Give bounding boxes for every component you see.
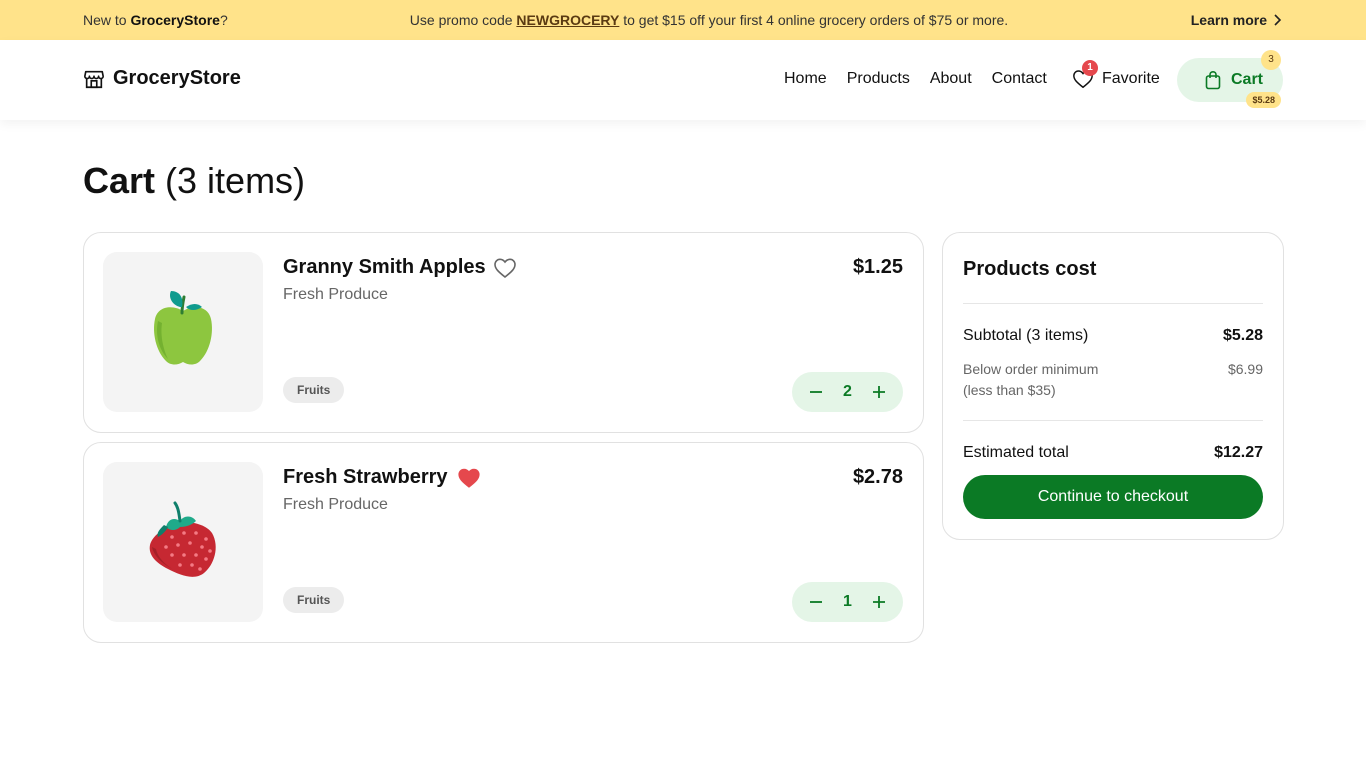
shopping-bag-icon (1205, 70, 1221, 90)
minimum-fee-row: Below order minimum (less than $35) $6.99 (963, 359, 1263, 401)
product-tag: Fruits (283, 587, 345, 613)
estimated-total-label: Estimated total (963, 444, 1069, 461)
page-title-count: (3 items) (155, 160, 306, 201)
store-icon (84, 70, 104, 88)
product-category: Fresh Produce (283, 286, 388, 303)
logo-text: GroceryStore (113, 67, 241, 89)
increase-quantity-button[interactable] (871, 384, 887, 400)
minus-icon (810, 391, 822, 393)
cart-item: Fresh Strawberry Fresh Produce $2.78 Fru… (83, 442, 924, 643)
nav-home[interactable]: Home (784, 70, 827, 88)
chevron-right-icon (1274, 14, 1282, 26)
favorite-link[interactable]: 1 Favorite (1072, 60, 1160, 90)
divider (963, 303, 1263, 304)
product-name: Granny Smith Apples (283, 256, 486, 278)
product-tag: Fruits (283, 377, 345, 403)
cart-button[interactable]: Cart 3 $5.28 (1177, 50, 1283, 108)
quantity-stepper: 2 (792, 372, 903, 412)
learn-more-label: Learn more (1190, 12, 1267, 28)
promo-message-prefix: Use promo code (409, 12, 517, 28)
main-nav: Home Products About Contact (784, 70, 1047, 88)
increase-quantity-button[interactable] (871, 594, 887, 610)
subtotal-label: Subtotal (3 items) (963, 327, 1089, 344)
green-apple-icon (154, 291, 212, 365)
quantity-value: 2 (843, 383, 852, 400)
summary-title: Products cost (963, 258, 1097, 280)
learn-more-link[interactable]: Learn more (1191, 12, 1283, 28)
favorite-heart: 1 (1072, 60, 1098, 90)
product-image (103, 462, 263, 622)
subtotal-value: $5.28 (1222, 327, 1263, 344)
nav-about[interactable]: About (930, 70, 972, 88)
minimum-fee-label: Below order minimum (less than $35) (963, 359, 1098, 401)
plus-icon (873, 386, 885, 398)
nav-contact[interactable]: Contact (992, 70, 1047, 88)
plus-icon (873, 596, 885, 608)
product-name: Fresh Strawberry (283, 466, 448, 488)
cart-label: Cart (1231, 71, 1264, 88)
cart-amount-badge: $5.28 (1246, 92, 1281, 108)
promo-bar: New to GroceryStore? Use promo code NEWG… (0, 0, 1366, 40)
cart-item: Granny Smith Apples Fresh Produce $1.25 … (83, 232, 924, 433)
checkout-button[interactable]: Continue to checkout (963, 475, 1263, 519)
minimum-fee-label-line2: (less than $35) (963, 382, 1056, 398)
favorite-toggle[interactable] (457, 467, 481, 489)
decrease-quantity-button[interactable] (808, 594, 824, 610)
estimated-total-row: Estimated total $12.27 (963, 444, 1263, 462)
decrease-quantity-button[interactable] (808, 384, 824, 400)
order-summary: Products cost Subtotal (3 items) $5.28 B… (942, 232, 1284, 540)
page-title: Cart (3 items) (83, 160, 305, 202)
product-image (103, 252, 263, 412)
minimum-fee-label-line1: Below order minimum (963, 361, 1099, 377)
heart-filled-icon (458, 468, 480, 488)
promo-message: Use promo code NEWGROCERY to get $15 off… (0, 12, 1366, 28)
favorite-label: Favorite (1102, 70, 1160, 87)
nav-products[interactable]: Products (847, 70, 910, 88)
estimated-total-value: $12.27 (1214, 444, 1263, 461)
minus-icon (810, 601, 822, 603)
minimum-fee-value: $6.99 (1227, 361, 1263, 377)
heart-outline-icon (494, 258, 516, 279)
promo-message-suffix: to get $15 off your first 4 online groce… (619, 12, 1009, 28)
subtotal-row: Subtotal (3 items) $5.28 (963, 327, 1263, 345)
product-category: Fresh Produce (283, 496, 388, 513)
site-header: GroceryStore Home Products About Contact… (0, 40, 1366, 120)
quantity-value: 1 (843, 593, 852, 610)
promo-code: NEWGROCERY (516, 12, 620, 28)
product-price: $1.25 (852, 256, 903, 278)
divider (963, 420, 1263, 421)
favorite-count-badge: 1 (1082, 60, 1098, 76)
logo[interactable]: GroceryStore (83, 67, 241, 90)
strawberry-icon (149, 501, 216, 577)
quantity-stepper: 1 (792, 582, 903, 622)
cart-count-badge: 3 (1261, 50, 1281, 70)
favorite-toggle[interactable] (493, 257, 517, 279)
product-price: $2.78 (852, 466, 903, 488)
page-title-bold: Cart (83, 160, 156, 201)
